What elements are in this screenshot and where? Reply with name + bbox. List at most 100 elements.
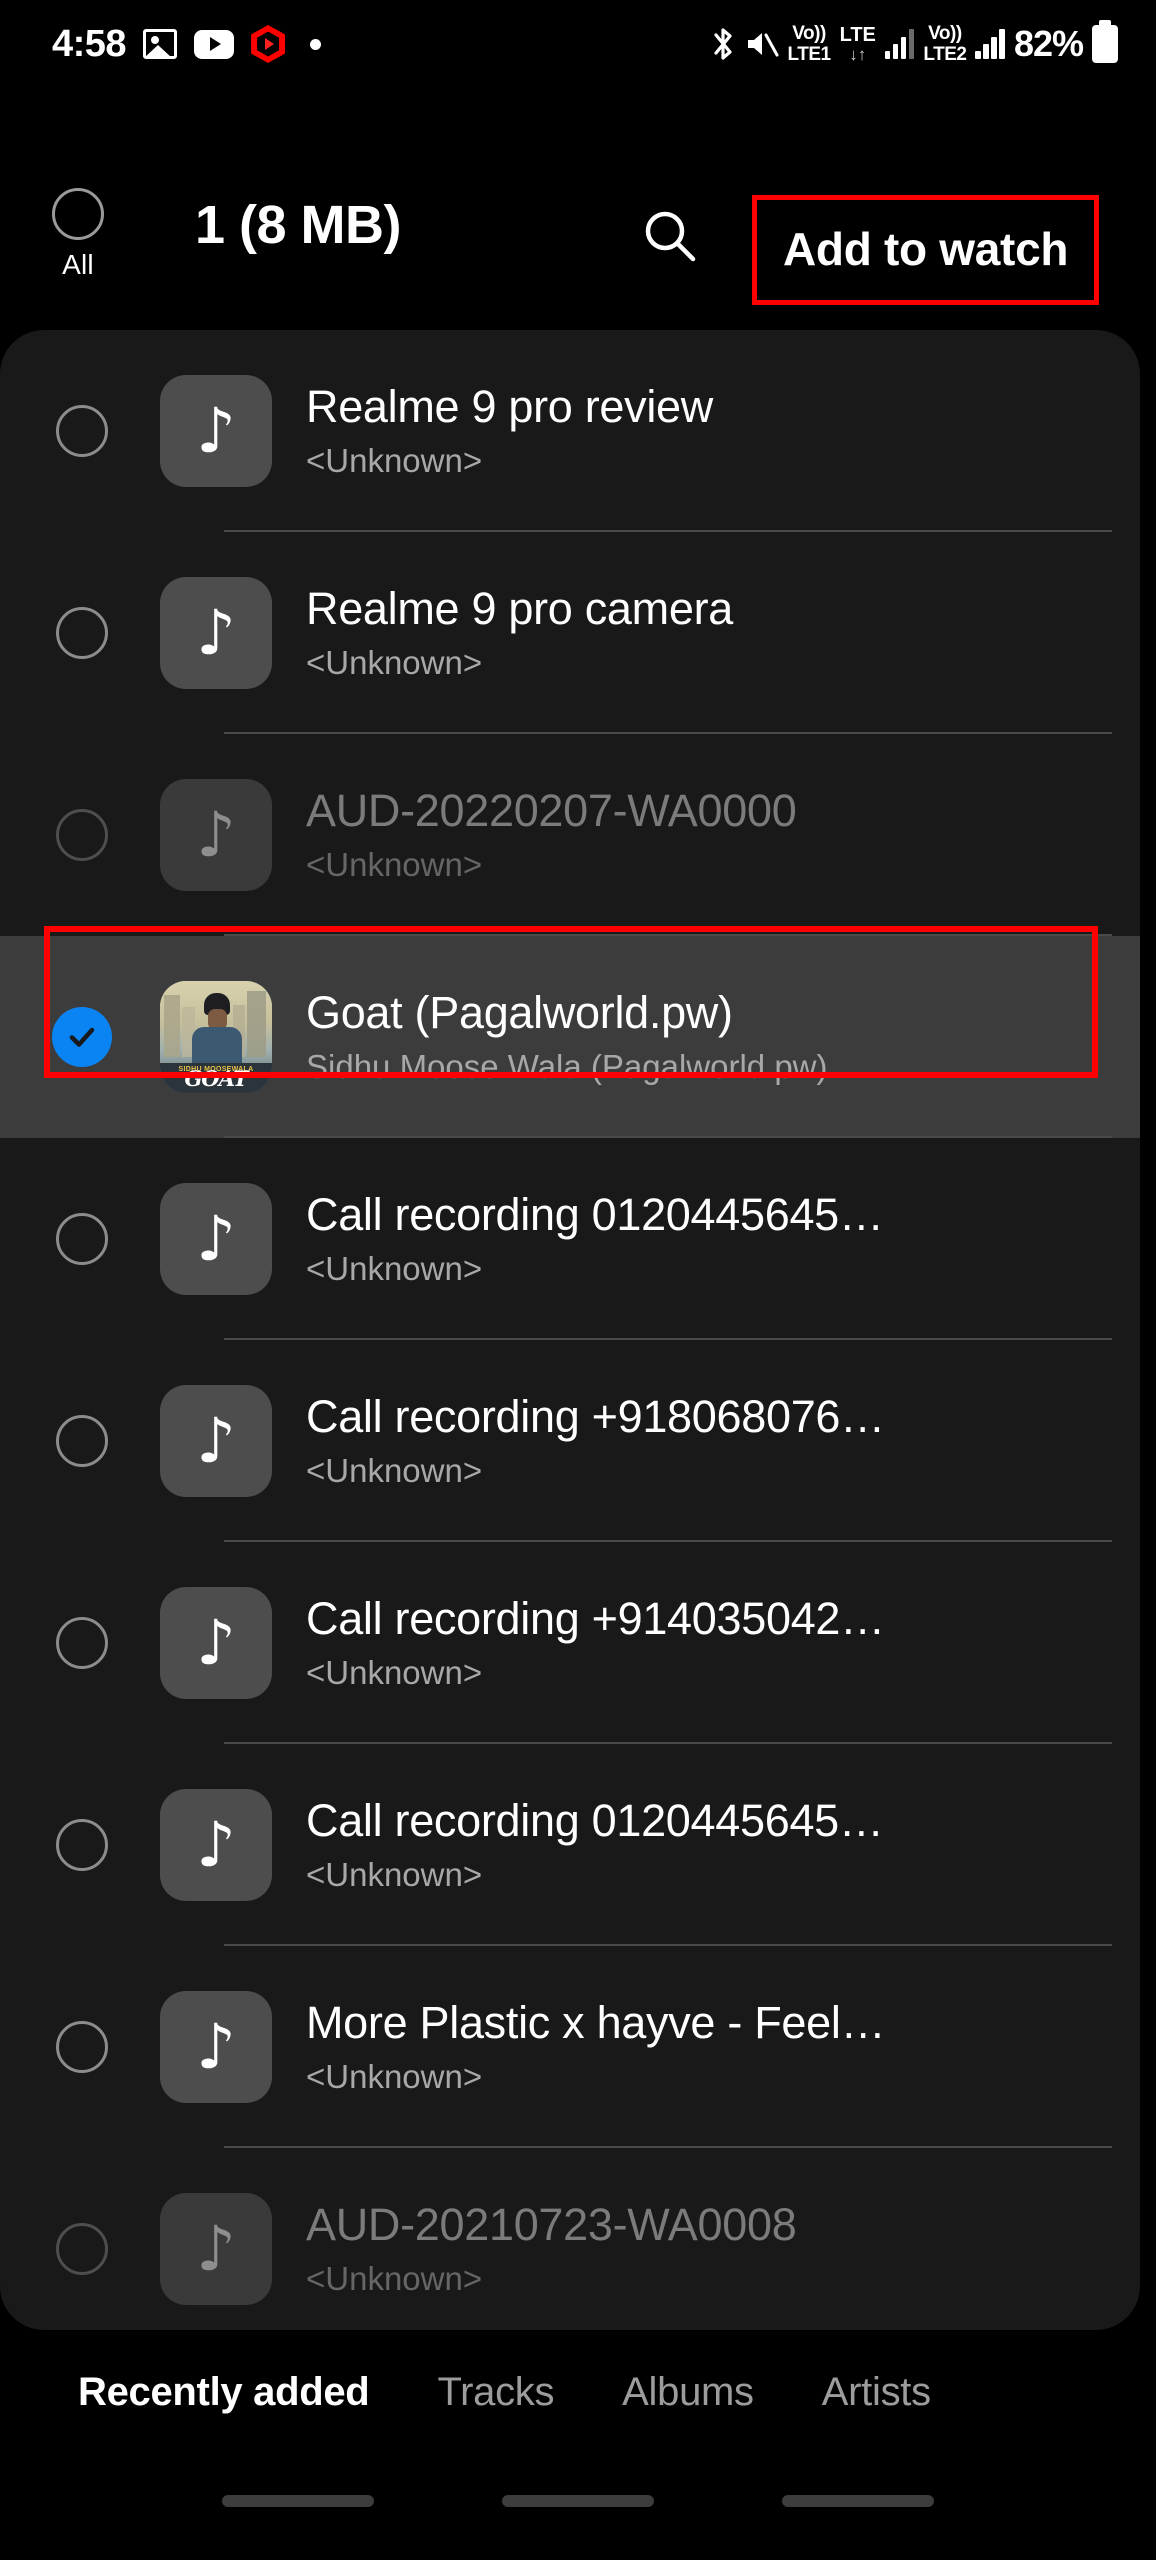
list-item[interactable]: ♪ More Plastic x hayve - Feel… <Unknown> <box>0 1946 1140 2148</box>
row-checkbox[interactable] <box>52 1617 112 1669</box>
list-item-text: Call recording 0120445645… <Unknown> <box>306 1796 1140 1893</box>
music-note-icon: ♪ <box>160 1991 272 2103</box>
unchecked-ring <box>56 1617 108 1669</box>
list-item-subtitle: <Unknown> <box>306 441 483 479</box>
tab-recently-added[interactable]: Recently added <box>78 2370 370 2415</box>
unchecked-ring <box>56 2021 108 2073</box>
bottom-tab-bar[interactable]: Recently added Tracks Albums Artists <box>0 2342 1156 2442</box>
list-item-title: Realme 9 pro review <box>306 382 713 433</box>
youtube-music-icon <box>251 25 286 63</box>
list-item-title: AUD-20210723-WA0008 <box>306 2200 797 2251</box>
list-item-title: Call recording +918068076… <box>306 1392 885 1443</box>
list-item-text: Call recording 0120445645… <Unknown> <box>306 1190 1140 1287</box>
row-checkbox[interactable] <box>52 809 112 861</box>
row-checkbox[interactable] <box>52 405 112 457</box>
list-item[interactable]: ♪ Call recording 0120445645… <Unknown> <box>0 1744 1140 1946</box>
list-item-subtitle: <Unknown> <box>306 1451 483 1489</box>
tab-albums[interactable]: Albums <box>622 2370 754 2415</box>
volte1-icon: Vo)) LTE1 <box>787 23 832 65</box>
battery-icon <box>1092 20 1118 63</box>
list-item-text: AUD-20210723-WA0008 <Unknown> <box>306 2200 1140 2297</box>
music-note-icon: ♪ <box>160 375 272 487</box>
unchecked-ring <box>56 1213 108 1265</box>
unchecked-ring <box>56 2223 108 2275</box>
list-item-subtitle: <Unknown> <box>306 2259 483 2297</box>
list-item-text: Realme 9 pro camera <Unknown> <box>306 584 1140 681</box>
list-item-text: Realme 9 pro review <Unknown> <box>306 382 1140 479</box>
music-note-icon: ♪ <box>160 779 272 891</box>
unchecked-ring <box>56 405 108 457</box>
nav-back-button[interactable] <box>782 2495 934 2507</box>
list-item[interactable]: ♪ Realme 9 pro review <Unknown> <box>0 330 1140 532</box>
list-item-text: Call recording +914035042… <Unknown> <box>306 1594 1140 1691</box>
android-navigation-bar[interactable] <box>0 2442 1156 2560</box>
row-checkbox[interactable] <box>52 2223 112 2275</box>
unchecked-ring <box>56 1819 108 1871</box>
music-note-icon: ♪ <box>160 1385 272 1497</box>
add-to-watch-button[interactable]: Add to watch <box>752 195 1100 305</box>
bluetooth-icon <box>710 26 736 62</box>
status-time: 4:58 <box>52 22 127 65</box>
audio-file-list[interactable]: ♪ Realme 9 pro review <Unknown> ♪ Realme 9 p… <box>0 330 1140 2330</box>
lte-data-icon: LTE ↓↑ <box>839 24 876 64</box>
album-art-title-text: GOAT <box>184 1066 249 1091</box>
list-item-title: Call recording 0120445645… <box>306 1796 884 1847</box>
volte2-icon: Vo)) LTE2 <box>923 23 967 65</box>
list-item-title: More Plastic x hayve - Feel… <box>306 1998 886 2049</box>
list-item[interactable]: SIDHU MOOSEWALA GOAT Goat (Pagalworld.pw) S… <box>0 936 1140 1138</box>
select-all-label: All <box>62 249 94 280</box>
list-item-title: Call recording 0120445645… <box>306 1190 884 1241</box>
list-item-subtitle: <Unknown> <box>306 643 483 681</box>
list-item[interactable]: ♪ Call recording +914035042… <Unknown> <box>0 1542 1140 1744</box>
add-to-watch-label: Add to watch <box>783 223 1069 275</box>
list-item-title: Realme 9 pro camera <box>306 584 733 635</box>
signal-bars-2-icon <box>975 29 1005 59</box>
status-bar-right: Vo)) LTE1 LTE ↓↑ Vo)) LTE2 82% <box>710 20 1118 65</box>
dot-icon <box>310 38 322 50</box>
row-checkbox[interactable] <box>52 607 112 659</box>
selection-count-title: 1 (8 MB) <box>195 195 402 255</box>
select-all-checkbox[interactable]: All <box>52 188 104 281</box>
music-note-icon: ♪ <box>160 1789 272 1901</box>
youtube-icon <box>194 29 235 59</box>
list-item-text: Call recording +918068076… <Unknown> <box>306 1392 1140 1489</box>
signal-bars-1-icon <box>884 29 915 59</box>
battery-percent: 82% <box>1013 23 1084 64</box>
list-item-text: More Plastic x hayve - Feel… <Unknown> <box>306 1998 1140 2095</box>
list-item-subtitle: <Unknown> <box>306 1249 483 1287</box>
list-item[interactable]: ♪ Call recording +918068076… <Unknown> <box>0 1340 1140 1542</box>
search-icon[interactable] <box>639 205 701 267</box>
tab-artists[interactable]: Artists <box>822 2370 931 2415</box>
row-checkbox[interactable] <box>52 2021 112 2073</box>
unchecked-ring <box>56 809 108 861</box>
list-item-subtitle: <Unknown> <box>306 2057 483 2095</box>
list-item-title: Goat (Pagalworld.pw) <box>306 988 733 1039</box>
phone-screen: 4:58 Vo)) LTE1 LTE ↓↑ Vo)) LTE2 82% All … <box>0 0 1156 2560</box>
music-note-icon: ♪ <box>160 2193 272 2305</box>
list-item-subtitle: <Unknown> <box>306 1653 483 1691</box>
row-checkbox-checked[interactable] <box>52 1007 112 1067</box>
music-note-icon: ♪ <box>160 1587 272 1699</box>
album-art-thumbnail: SIDHU MOOSEWALA GOAT <box>160 981 272 1093</box>
unchecked-ring <box>56 607 108 659</box>
unchecked-ring <box>56 1415 108 1467</box>
list-item-title: Call recording +914035042… <box>306 1594 885 1645</box>
list-item[interactable]: ♪ AUD-20210723-WA0008 <Unknown> <box>0 2148 1140 2330</box>
list-item-text: Goat (Pagalworld.pw) Sidhu Moose Wala (Pa… <box>306 988 1140 1085</box>
list-item[interactable]: ♪ Call recording 0120445645… <Unknown> <box>0 1138 1140 1340</box>
status-bar: 4:58 Vo)) LTE1 LTE ↓↑ Vo)) LTE2 82% <box>0 0 1156 88</box>
mute-icon <box>745 29 779 59</box>
selection-header: All 1 (8 MB) Add to watch <box>0 88 1156 330</box>
nav-recents-button[interactable] <box>222 2495 374 2507</box>
nav-home-button[interactable] <box>502 2495 654 2507</box>
check-icon <box>52 1007 112 1067</box>
row-checkbox[interactable] <box>52 1819 112 1871</box>
music-note-icon: ♪ <box>160 577 272 689</box>
list-item[interactable]: ♪ Realme 9 pro camera <Unknown> <box>0 532 1140 734</box>
row-checkbox[interactable] <box>52 1415 112 1467</box>
list-item[interactable]: ♪ AUD-20220207-WA0000 <Unknown> <box>0 734 1140 936</box>
row-checkbox[interactable] <box>52 1213 112 1265</box>
list-item-subtitle: <Unknown> <box>306 845 483 883</box>
music-note-icon: ♪ <box>160 1183 272 1295</box>
tab-tracks[interactable]: Tracks <box>437 2370 554 2415</box>
